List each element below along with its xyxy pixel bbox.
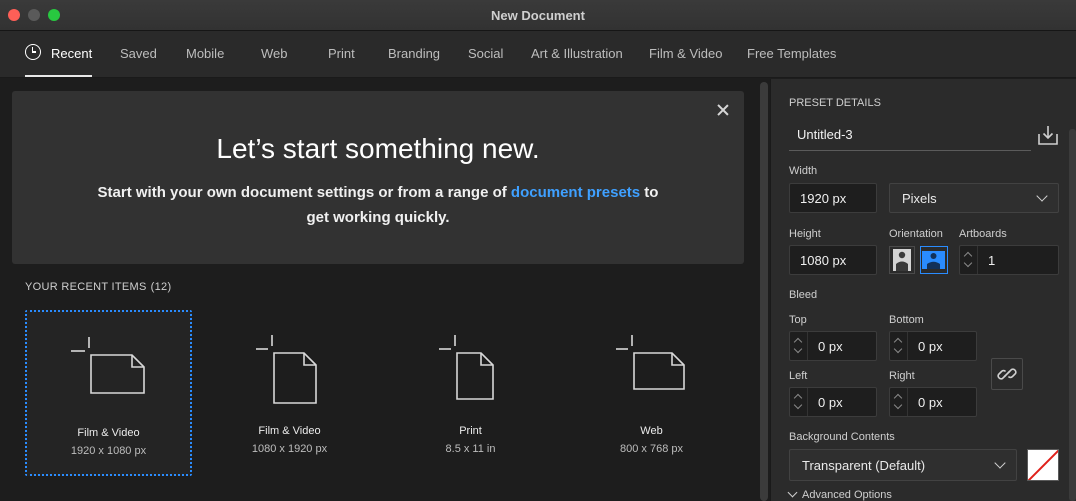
recent-items-heading: YOUR RECENT ITEMS (12) — [25, 281, 171, 293]
title-bar: New Document — [0, 0, 1076, 31]
bleed-top-stepper[interactable] — [790, 332, 808, 360]
bleed-bottom-stepper[interactable] — [890, 332, 908, 360]
recent-item-label: Film & Video — [258, 425, 321, 437]
background-contents-value: Transparent (Default) — [802, 457, 926, 473]
chevron-down-icon — [994, 457, 1006, 469]
artboards-input[interactable]: 1 — [959, 245, 1059, 275]
portrait-document-icon — [439, 335, 494, 400]
recent-item-size: 800 x 768 px — [620, 443, 683, 455]
chevron-down-icon — [1036, 190, 1048, 202]
bleed-right-stepper[interactable] — [890, 388, 908, 416]
recent-item-label: Film & Video — [77, 427, 140, 439]
recent-item-size: 8.5 x 11 in — [445, 443, 496, 455]
portrait-person-icon — [893, 249, 911, 271]
tab-recent[interactable]: Recent — [51, 46, 92, 61]
artboards-value: 1 — [988, 252, 996, 268]
window-title: New Document — [491, 8, 585, 23]
save-preset-icon[interactable] — [1037, 124, 1059, 146]
tab-branding[interactable]: Branding — [388, 46, 440, 61]
bleed-bottom-value: 0 px — [918, 338, 943, 354]
recent-item-size: 1920 x 1080 px — [70, 445, 147, 457]
landscape-person-icon — [922, 251, 945, 269]
preset-details-heading: PRESET DETAILS — [789, 97, 881, 109]
portrait-document-icon — [256, 335, 317, 404]
tab-print[interactable]: Print — [328, 46, 355, 61]
main-area: Let’s start something new. Start with yo… — [0, 79, 758, 501]
height-label: Height — [789, 228, 821, 240]
document-name-input[interactable]: Untitled-3 — [789, 119, 1031, 151]
recent-item-film-video-portrait[interactable]: Film & Video 1080 x 1920 px — [206, 310, 373, 476]
bleed-bottom-input[interactable]: 0 px — [889, 331, 977, 361]
active-tab-indicator — [25, 75, 92, 77]
artboards-label: Artboards — [959, 228, 1007, 240]
landscape-document-icon — [616, 335, 685, 390]
units-select[interactable]: Pixels — [889, 183, 1059, 213]
width-label: Width — [789, 165, 818, 177]
main-scrollbar-thumb[interactable] — [760, 82, 768, 501]
recent-items-title: YOUR RECENT ITEMS — [25, 281, 147, 293]
welcome-text-start: Start with your own document settings or… — [97, 184, 511, 201]
welcome-title: Let’s start something new. — [216, 133, 540, 164]
document-presets-link[interactable]: document presets — [511, 184, 640, 201]
bleed-right-input[interactable]: 0 px — [889, 387, 977, 417]
recent-item-print[interactable]: Print 8.5 x 11 in — [387, 310, 554, 476]
chevron-down-icon — [787, 487, 798, 498]
width-input[interactable]: 1920 px — [789, 183, 877, 213]
panel-scrollbar[interactable] — [1069, 129, 1076, 501]
tab-social[interactable]: Social — [468, 46, 503, 61]
bleed-label: Bleed — [789, 289, 818, 301]
recent-item-size: 1080 x 1920 px — [251, 443, 328, 455]
artboards-stepper[interactable] — [960, 246, 978, 274]
advanced-options-toggle[interactable]: Advanced Options — [787, 487, 892, 501]
recent-item-label: Web — [640, 425, 663, 437]
height-input[interactable]: 1080 px — [789, 245, 877, 275]
welcome-subtitle: Start with your own document settings or… — [92, 180, 664, 230]
tab-web[interactable]: Web — [261, 46, 288, 61]
bleed-top-value: 0 px — [818, 338, 843, 354]
units-select-value: Pixels — [902, 190, 937, 206]
close-icon[interactable] — [714, 101, 732, 119]
bleed-bottom-label: Bottom — [889, 314, 924, 326]
tab-film-video[interactable]: Film & Video — [649, 46, 722, 61]
main-scrollbar[interactable] — [758, 79, 770, 501]
link-bleed-button[interactable] — [991, 358, 1023, 390]
tab-art-illustration[interactable]: Art & Illustration — [531, 46, 623, 61]
bleed-left-value: 0 px — [818, 394, 843, 410]
preset-details-panel: PRESET DETAILS Untitled-3 Width 1920 px … — [770, 79, 1076, 501]
landscape-orientation-button[interactable] — [920, 246, 948, 274]
welcome-banner: Let’s start something new. Start with yo… — [12, 91, 744, 264]
landscape-document-icon — [71, 337, 145, 394]
background-color-swatch[interactable] — [1027, 449, 1059, 481]
clock-icon — [25, 44, 41, 60]
bleed-top-label: Top — [789, 314, 807, 326]
bleed-left-input[interactable]: 0 px — [789, 387, 877, 417]
tab-free-templates[interactable]: Free Templates — [747, 46, 836, 61]
category-tabs: Recent Saved Mobile Web Print Branding S… — [0, 31, 1076, 78]
background-contents-label: Background Contents — [789, 431, 895, 443]
orientation-label: Orientation — [889, 228, 943, 240]
recent-items-count: (12) — [150, 281, 172, 293]
advanced-options-label: Advanced Options — [802, 489, 892, 501]
bleed-right-label: Right — [889, 370, 915, 382]
link-icon — [997, 368, 1017, 380]
recent-item-web[interactable]: Web 800 x 768 px — [568, 310, 735, 476]
tab-mobile[interactable]: Mobile — [186, 46, 224, 61]
bleed-left-label: Left — [789, 370, 808, 382]
bleed-left-stepper[interactable] — [790, 388, 808, 416]
recent-item-label: Print — [459, 425, 482, 437]
bleed-right-value: 0 px — [918, 394, 943, 410]
bleed-top-input[interactable]: 0 px — [789, 331, 877, 361]
background-contents-select[interactable]: Transparent (Default) — [789, 449, 1017, 481]
portrait-orientation-button[interactable] — [889, 246, 915, 274]
recent-item-film-video-landscape[interactable]: Film & Video 1920 x 1080 px — [25, 310, 192, 476]
tab-saved[interactable]: Saved — [120, 46, 157, 61]
